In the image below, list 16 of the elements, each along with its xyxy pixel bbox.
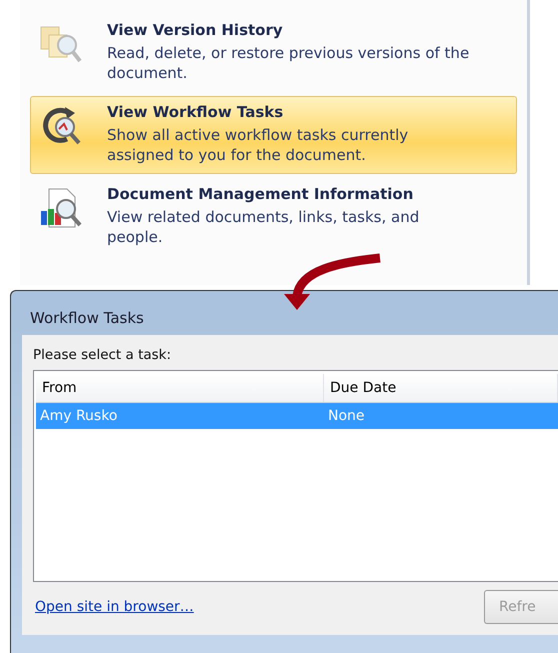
menu-item-description: Show all active workflow tasks currently assigned to you for the document. bbox=[107, 125, 410, 165]
menu-item-title: View Workflow Tasks bbox=[107, 103, 284, 121]
menu-item-title: Document Management Information bbox=[107, 185, 414, 203]
menu-item[interactable]: Document Management Information View related documents, links, tasks, and people. bbox=[30, 178, 517, 256]
open-site-link[interactable]: Open site in browser… bbox=[35, 599, 194, 615]
table-cell-text: None bbox=[327, 408, 366, 424]
menu-item-description: Read, delete, or restore previous versions of the document. bbox=[107, 43, 470, 83]
prompt-label: Please select a task: bbox=[33, 347, 172, 363]
menu-item-description: View related documents, links, tasks, and people. bbox=[107, 207, 420, 247]
column-header[interactable]: Due Date bbox=[324, 374, 558, 402]
table-cell-text: Amy Rusko bbox=[39, 408, 118, 424]
dialog-title: Workflow Tasks bbox=[29, 308, 145, 329]
column-header[interactable]: From bbox=[36, 374, 324, 402]
menu-item[interactable]: View Workflow Tasks Show all active workflow tasks currently assigned to you for the document. bbox=[30, 96, 517, 174]
menu-item-title: View Version History bbox=[107, 21, 284, 39]
menu-item[interactable]: View Version History Read, delete, or restore previous versions of the document. bbox=[30, 14, 517, 92]
